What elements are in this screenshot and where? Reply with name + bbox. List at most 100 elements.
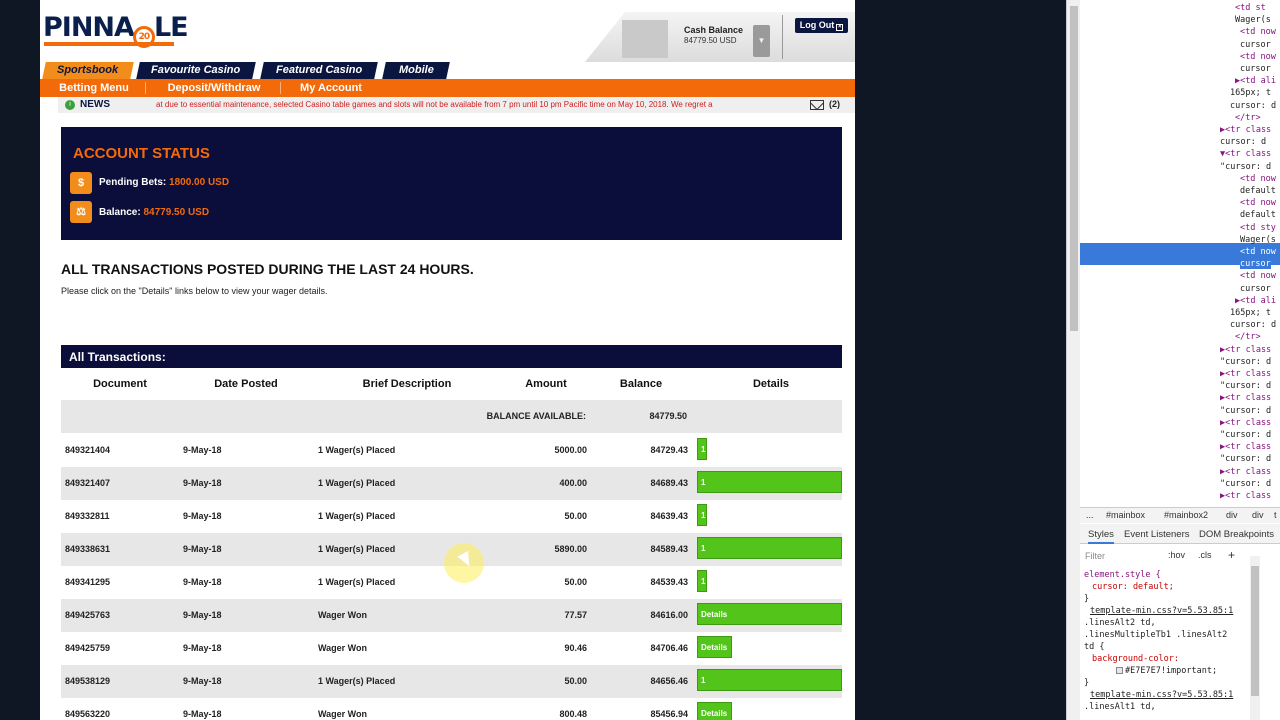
- tab-sportsbook[interactable]: Sportsbook: [42, 62, 134, 79]
- dom-node-line[interactable]: ▶<tr class: [1220, 125, 1271, 135]
- logo-underline: [44, 42, 174, 46]
- dom-node-line[interactable]: "cursor: d: [1220, 479, 1271, 489]
- details-link[interactable]: 1: [697, 438, 707, 460]
- stylesheet-link[interactable]: template-min.css?v=5.53.85:1: [1090, 690, 1233, 700]
- hover-toggle[interactable]: :hov: [1168, 550, 1185, 560]
- dom-node-line[interactable]: "cursor: d: [1220, 381, 1271, 391]
- details-link[interactable]: 1: [697, 471, 842, 493]
- details-link[interactable]: Details: [697, 636, 732, 658]
- dom-node-line[interactable]: </tr>: [1235, 113, 1261, 123]
- cell-amount: 50.00: [564, 577, 587, 587]
- dom-node-line[interactable]: <td now: [1240, 52, 1276, 62]
- dom-node-line[interactable]: cursor: [1240, 64, 1271, 74]
- add-rule-icon[interactable]: +: [1228, 548, 1235, 562]
- breadcrumb-item[interactable]: div: [1226, 510, 1238, 520]
- stylesheet-link[interactable]: template-min.css?v=5.53.85:1: [1090, 606, 1233, 616]
- dom-node-line[interactable]: default: [1240, 210, 1276, 220]
- dom-node-line[interactable]: <td now: [1240, 27, 1276, 37]
- styles-scrollbar[interactable]: [1250, 556, 1260, 720]
- cell-balance: 84706.46: [650, 643, 688, 653]
- dom-node-line[interactable]: ▶<tr class: [1220, 345, 1271, 355]
- dom-node-line[interactable]: <td sty: [1240, 223, 1276, 233]
- dom-node-line[interactable]: "cursor: d: [1220, 162, 1271, 172]
- cell-date: 9-May-18: [183, 709, 222, 719]
- style-rule-line: .linesAlt2 td,: [1084, 618, 1156, 628]
- dom-node-line[interactable]: cursor: d: [1220, 137, 1266, 147]
- details-link[interactable]: 1: [697, 504, 707, 526]
- details-link[interactable]: 1: [697, 669, 842, 691]
- cell-document: 849332811: [65, 511, 110, 521]
- news-ticker[interactable]: at due to essential maintenance, selecte…: [156, 100, 802, 109]
- cell-balance: 84656.46: [650, 676, 688, 686]
- tab-dom-breakpoints[interactable]: DOM Breakpoints: [1199, 529, 1274, 540]
- cell-date: 9-May-18: [183, 577, 222, 587]
- scrollbar[interactable]: [1066, 0, 1080, 720]
- color-swatch-icon[interactable]: [1116, 667, 1123, 674]
- nav-my-account[interactable]: My Account: [290, 79, 372, 97]
- dom-node-line[interactable]: <td st: [1235, 3, 1266, 13]
- details-link[interactable]: 1: [697, 570, 707, 592]
- dom-node-line[interactable]: ▶<tr class: [1220, 393, 1271, 403]
- nav-betting-menu[interactable]: Betting Menu: [50, 79, 138, 97]
- dom-node-line[interactable]: cursor: d: [1230, 101, 1276, 111]
- logout-button[interactable]: Log Out ×: [795, 18, 848, 33]
- tab-styles[interactable]: Styles: [1088, 529, 1114, 544]
- dom-node-line[interactable]: ▶<td ali: [1235, 296, 1276, 306]
- style-rule-line: }: [1084, 678, 1090, 688]
- tab-mobile[interactable]: Mobile: [382, 62, 450, 79]
- nav-deposit-withdraw[interactable]: Deposit/Withdraw: [158, 79, 270, 97]
- dom-node-line[interactable]: default: [1240, 186, 1276, 196]
- details-link[interactable]: 1: [697, 537, 842, 559]
- breadcrumb-item[interactable]: ...: [1086, 510, 1094, 520]
- cell-balance: 84639.43: [650, 511, 688, 521]
- dom-node-line[interactable]: cursor: [1240, 284, 1271, 294]
- dom-node-line[interactable]: <td now: [1240, 271, 1276, 281]
- dom-node-line[interactable]: ▼<tr class: [1220, 149, 1271, 159]
- dom-node-line[interactable]: 165px; t: [1230, 88, 1271, 98]
- dom-node-line[interactable]: ▶<tr class: [1220, 442, 1271, 452]
- dom-node-line[interactable]: cursor: d: [1230, 320, 1276, 330]
- details-link[interactable]: Details: [697, 603, 842, 625]
- styles-scrollbar-thumb[interactable]: [1251, 566, 1259, 696]
- tab-featured-casino[interactable]: Featured Casino: [260, 62, 378, 79]
- breadcrumb-item[interactable]: t: [1274, 510, 1277, 520]
- dom-node-line[interactable]: ▶<td ali: [1235, 76, 1276, 86]
- style-rule-line: td {: [1084, 642, 1105, 652]
- dom-node-line[interactable]: ▶<tr class: [1220, 467, 1271, 477]
- style-rule-line: }: [1084, 594, 1090, 604]
- dom-node-line[interactable]: "cursor: d: [1220, 357, 1271, 367]
- dom-node-line[interactable]: "cursor: d: [1220, 406, 1271, 416]
- mail-count[interactable]: (2): [829, 99, 840, 109]
- dom-node-line[interactable]: <td now: [1240, 247, 1276, 257]
- tab-favourite-casino[interactable]: Favourite Casino: [136, 62, 256, 79]
- pending-bets-value: 1800.00 USD: [169, 177, 230, 188]
- cell-document: 849563220: [65, 709, 111, 719]
- cell-document: 849425759: [65, 643, 111, 653]
- breadcrumb-item[interactable]: #mainbox: [1106, 510, 1145, 520]
- dom-node-line[interactable]: cursor: [1240, 40, 1271, 50]
- cell-document: 849338631: [65, 544, 111, 554]
- col-document: Document: [93, 378, 147, 390]
- cell-description: Wager Won: [318, 709, 367, 719]
- dom-node-line[interactable]: "cursor: d: [1220, 430, 1271, 440]
- dom-node-line[interactable]: "cursor: d: [1220, 454, 1271, 464]
- mail-icon[interactable]: [810, 100, 824, 110]
- breadcrumb-item[interactable]: div: [1252, 510, 1264, 520]
- dom-node-line[interactable]: <td now: [1240, 198, 1276, 208]
- breadcrumb-item[interactable]: #mainbox2: [1164, 510, 1208, 520]
- details-link[interactable]: Details: [697, 702, 732, 720]
- dom-node-line[interactable]: ▶<tr class: [1220, 491, 1271, 501]
- dom-node-line[interactable]: ▶<tr class: [1220, 418, 1271, 428]
- dom-node-line[interactable]: </tr>: [1235, 332, 1261, 342]
- dom-node-line[interactable]: Wager(s: [1235, 15, 1271, 25]
- scrollbar-thumb[interactable]: [1070, 6, 1078, 331]
- dom-node-line[interactable]: Wager(s: [1240, 235, 1276, 245]
- dom-node-line[interactable]: ▶<tr class: [1220, 369, 1271, 379]
- chevron-down-icon[interactable]: ▼: [753, 25, 770, 57]
- dom-node-line[interactable]: <td now: [1240, 174, 1276, 184]
- tab-event-listeners[interactable]: Event Listeners: [1124, 529, 1189, 540]
- cell-description: Wager Won: [318, 643, 367, 653]
- dom-node-line[interactable]: cursor: [1240, 259, 1271, 270]
- class-toggle[interactable]: .cls: [1198, 550, 1212, 560]
- dom-node-line[interactable]: 165px; t: [1230, 308, 1271, 318]
